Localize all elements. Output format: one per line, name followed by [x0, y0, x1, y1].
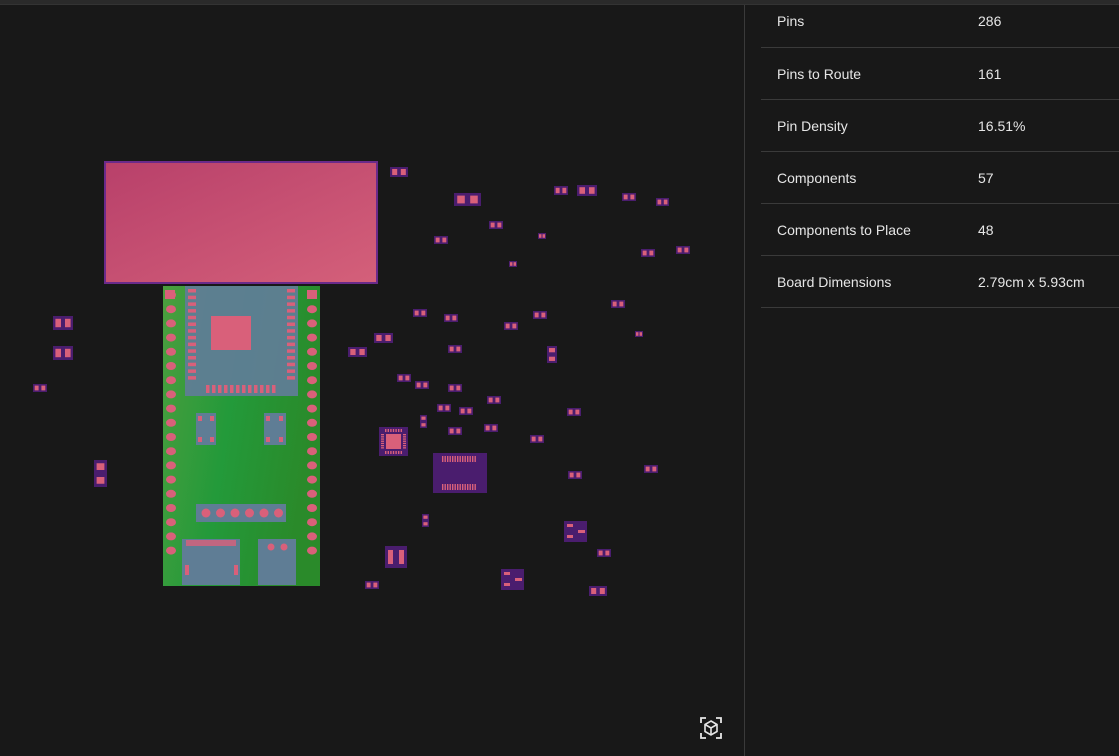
stat-row-components: Components 57 — [761, 152, 1119, 204]
stat-label: Components to Place — [777, 221, 911, 238]
stat-label: Board Dimensions — [777, 273, 892, 290]
stat-label: Pin Density — [777, 117, 848, 134]
pcb-canvas[interactable] — [0, 5, 744, 756]
stat-row-pins-to-route: Pins to Route 161 — [761, 48, 1119, 100]
sot-component-2[interactable] — [501, 569, 524, 590]
cube-focus-icon — [700, 717, 722, 739]
led-component[interactable] — [385, 546, 407, 568]
stat-value: 161 — [978, 65, 1002, 82]
large-component[interactable] — [104, 161, 378, 284]
qfn-chip[interactable] — [379, 427, 408, 456]
stat-value: 57 — [978, 169, 994, 186]
view-3d-button[interactable] — [699, 717, 723, 745]
dev-board[interactable] — [163, 286, 320, 586]
panel-divider — [744, 5, 745, 756]
stat-row-board-dimensions: Board Dimensions 2.79cm x 5.93cm — [761, 256, 1119, 308]
stat-label: Pins — [777, 13, 805, 29]
pcb-layout[interactable] — [0, 0, 744, 756]
tssop-chip[interactable] — [433, 453, 487, 493]
stat-label: Components — [777, 169, 857, 186]
stat-value: 286 — [978, 13, 1002, 29]
board-stats-panel: Pins 286 Pins to Route 161 Pin Density 1… — [761, 0, 1119, 308]
sot-component-1[interactable] — [564, 521, 587, 542]
stat-row-pin-density: Pin Density 16.51% — [761, 100, 1119, 152]
stat-row-components-to-place: Components to Place 48 — [761, 204, 1119, 256]
stat-label: Pins to Route — [777, 65, 862, 82]
stat-value: 48 — [978, 221, 994, 238]
stat-row-pins: Pins 286 — [761, 0, 1119, 48]
stat-value: 2.79cm x 5.93cm — [978, 273, 1085, 290]
stat-value: 16.51% — [978, 117, 1026, 134]
